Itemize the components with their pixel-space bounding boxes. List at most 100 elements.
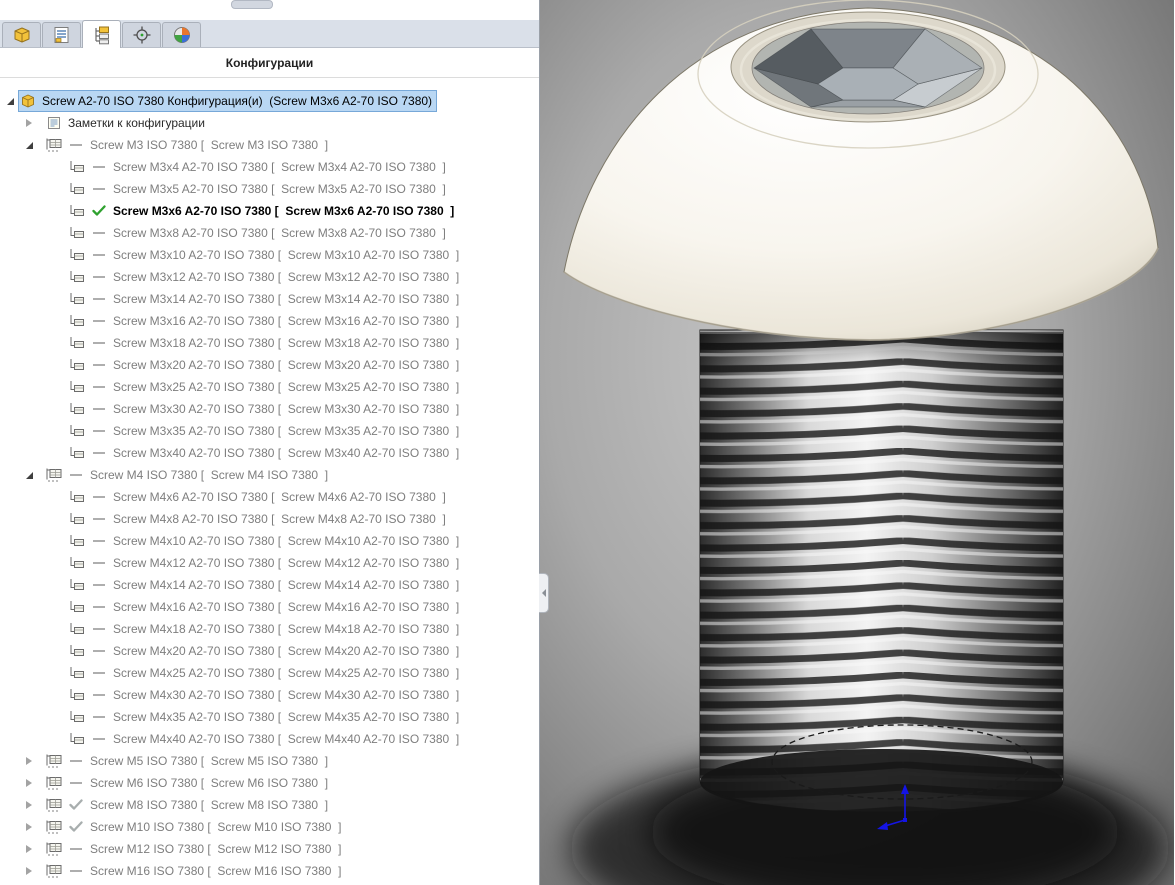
tree-item[interactable]: Screw M5 ISO 7380 [ Screw M5 ISO 7380 ] [0,750,539,772]
tree-item-label: Screw M4 ISO 7380 [ Screw M4 ISO 7380 ] [90,468,329,482]
tree-item-label: Screw M3x6 A2-70 ISO 7380 [ Screw M3x6 A… [113,204,455,218]
collapse-panel-icon [541,589,546,597]
screw-shank[interactable] [699,329,1064,815]
tree-item[interactable]: Screw M3x40 A2-70 ISO 7380 [ Screw M3x40… [0,442,539,464]
tree-item[interactable]: Screw M3x35 A2-70 ISO 7380 [ Screw M3x35… [0,420,539,442]
tree-item[interactable]: Screw M3x12 A2-70 ISO 7380 [ Screw M3x12… [0,266,539,288]
dash-icon [89,319,109,323]
expander-collapsed-icon[interactable] [21,119,37,127]
tree-item[interactable]: Screw M3x18 A2-70 ISO 7380 [ Screw M3x18… [0,332,539,354]
displaymanager-tab[interactable] [162,22,201,47]
tree-item-content: Screw M3x40 A2-70 ISO 7380 [ Screw M3x40… [68,443,463,463]
configurations-icon [92,25,112,45]
tree-item[interactable]: Screw M10 ISO 7380 [ Screw M10 ISO 7380 … [0,816,539,838]
configurationmanager-tab[interactable] [82,20,121,48]
tree-item[interactable]: Screw M3x16 A2-70 ISO 7380 [ Screw M3x16… [0,310,539,332]
config-icon [68,357,86,373]
tree-item[interactable]: Screw M3x14 A2-70 ISO 7380 [ Screw M3x14… [0,288,539,310]
expander-expanded-icon[interactable] [3,98,17,105]
tree-item[interactable]: Screw M4x14 A2-70 ISO 7380 [ Screw M4x14… [0,574,539,596]
expander-collapsed-icon[interactable] [21,867,37,875]
dash-icon [89,517,109,521]
tree-item-content: Screw M4x14 A2-70 ISO 7380 [ Screw M4x14… [68,575,463,595]
config-icon [68,445,86,461]
expander-collapsed-icon[interactable] [21,779,37,787]
tree-item-label: Screw M4x30 A2-70 ISO 7380 [ Screw M4x30… [113,688,460,702]
dash-icon [89,429,109,433]
tree-item[interactable]: Screw M8 ISO 7380 [ Screw M8 ISO 7380 ] [0,794,539,816]
tree-item[interactable]: Screw M16 ISO 7380 [ Screw M16 ISO 7380 … [0,860,539,882]
config-icon [68,599,86,615]
tree-item[interactable]: Screw A2-70 ISO 7380 Конфигурация(и) (Sc… [0,90,539,112]
tree-item-content: Screw M4x40 A2-70 ISO 7380 [ Screw M4x40… [68,729,463,749]
expander-collapsed-icon[interactable] [21,757,37,765]
expander-expanded-icon[interactable] [21,472,37,479]
tree-item[interactable]: Screw M4x12 A2-70 ISO 7380 [ Screw M4x12… [0,552,539,574]
tree-item-label: Заметки к конфигурации [68,116,205,130]
tree-item[interactable]: Screw M4 ISO 7380 [ Screw M4 ISO 7380 ] [0,464,539,486]
tree-item[interactable]: Screw M3x25 A2-70 ISO 7380 [ Screw M3x25… [0,376,539,398]
hex-socket[interactable] [730,11,1006,123]
tree-item-label: Screw M5 ISO 7380 [ Screw M5 ISO 7380 ] [90,754,329,768]
tree-item-label: Screw M3x25 A2-70 ISO 7380 [ Screw M3x25… [113,380,460,394]
properties-icon [52,25,72,45]
tree-item[interactable]: Screw M3x5 A2-70 ISO 7380 [ Screw M3x5 A… [0,178,539,200]
tree-item-label: Screw M4x6 A2-70 ISO 7380 [ Screw M4x6 A… [113,490,446,504]
tree-item[interactable]: Screw M4x10 A2-70 ISO 7380 [ Screw M4x10… [0,530,539,552]
tree-item[interactable]: Screw M4x18 A2-70 ISO 7380 [ Screw M4x18… [0,618,539,640]
config-icon [68,687,86,703]
config-parent-icon [45,797,63,813]
solidworks-window: Конфигурации Screw A2-70 ISO 7380 Конфиг… [0,0,1175,885]
dimxpertmanager-tab[interactable] [122,22,161,47]
tree-item[interactable]: Screw M3x30 A2-70 ISO 7380 [ Screw M3x30… [0,398,539,420]
tree-item[interactable]: Screw M4x16 A2-70 ISO 7380 [ Screw M4x16… [0,596,539,618]
tree-item-label: Screw M3x18 A2-70 ISO 7380 [ Screw M3x18… [113,336,460,350]
tree-item[interactable]: Screw M4x35 A2-70 ISO 7380 [ Screw M4x35… [0,706,539,728]
tree-item-label: Screw M3x12 A2-70 ISO 7380 [ Screw M3x12… [113,270,460,284]
config-parent-icon [45,841,63,857]
graphics-viewport[interactable] [540,0,1174,885]
tree-item[interactable]: Screw M3x4 A2-70 ISO 7380 [ Screw M3x4 A… [0,156,539,178]
expander-collapsed-icon[interactable] [21,801,37,809]
tree-item[interactable]: Screw M4x8 A2-70 ISO 7380 [ Screw M4x8 A… [0,508,539,530]
tree-item[interactable]: Screw M3x6 A2-70 ISO 7380 [ Screw M3x6 A… [0,200,539,222]
tree-item[interactable]: Screw M4x20 A2-70 ISO 7380 [ Screw M4x20… [0,640,539,662]
config-icon [68,709,86,725]
panel-scrollbar-thumb[interactable] [231,0,273,9]
expander-expanded-icon[interactable] [21,142,37,149]
dash-icon [89,231,109,235]
tree-item[interactable]: Screw M4x40 A2-70 ISO 7380 [ Screw M4x40… [0,728,539,750]
config-icon [68,577,86,593]
dash-icon [89,451,109,455]
tree-item[interactable]: Screw M3 ISO 7380 [ Screw M3 ISO 7380 ] [0,134,539,156]
tree-item[interactable]: Screw M4x6 A2-70 ISO 7380 [ Screw M4x6 A… [0,486,539,508]
panel-splitter-handle[interactable] [539,573,549,613]
tree-item-label: Screw M4x18 A2-70 ISO 7380 [ Screw M4x18… [113,622,460,636]
tree-item[interactable]: Screw M4x30 A2-70 ISO 7380 [ Screw M4x30… [0,684,539,706]
tree-item-content: Screw M3x8 A2-70 ISO 7380 [ Screw M3x8 A… [68,223,450,243]
tree-item[interactable]: Screw M3x8 A2-70 ISO 7380 [ Screw M3x8 A… [0,222,539,244]
propertymanager-tab[interactable] [42,22,81,47]
tree-item-content: Screw M4x30 A2-70 ISO 7380 [ Screw M4x30… [68,685,463,705]
tree-item-content: Screw M3x4 A2-70 ISO 7380 [ Screw M3x4 A… [68,157,450,177]
tree-item[interactable]: Заметки к конфигурации [0,112,539,134]
tree-item-content: Screw M4x35 A2-70 ISO 7380 [ Screw M4x35… [68,707,463,727]
tree-item-label: Screw M3x35 A2-70 ISO 7380 [ Screw M3x35… [113,424,460,438]
expander-collapsed-icon[interactable] [21,845,37,853]
tree-item[interactable]: Screw M3x20 A2-70 ISO 7380 [ Screw M3x20… [0,354,539,376]
tree-item-content: Screw M3x30 A2-70 ISO 7380 [ Screw M3x30… [68,399,463,419]
expander-collapsed-icon[interactable] [21,823,37,831]
tree-item[interactable]: Screw M3x10 A2-70 ISO 7380 [ Screw M3x10… [0,244,539,266]
dash-icon [89,627,109,631]
tree-item[interactable]: Screw M6 ISO 7380 [ Screw M6 ISO 7380 ] [0,772,539,794]
tree-item-content: Screw M4x12 A2-70 ISO 7380 [ Screw M4x12… [68,553,463,573]
config-parent-icon [45,775,63,791]
dash-icon [89,561,109,565]
tree-item[interactable]: Screw M12 ISO 7380 [ Screw M12 ISO 7380 … [0,838,539,860]
tree-item-label: Screw M4x14 A2-70 ISO 7380 [ Screw M4x14… [113,578,460,592]
tree-item-label: Screw M4x40 A2-70 ISO 7380 [ Screw M4x40… [113,732,460,746]
tree-item[interactable]: Screw M4x25 A2-70 ISO 7380 [ Screw M4x25… [0,662,539,684]
tree-item-label: Screw M3x10 A2-70 ISO 7380 [ Screw M3x10… [113,248,460,262]
featuremanager-tab[interactable] [2,22,41,47]
config-icon [68,247,86,263]
